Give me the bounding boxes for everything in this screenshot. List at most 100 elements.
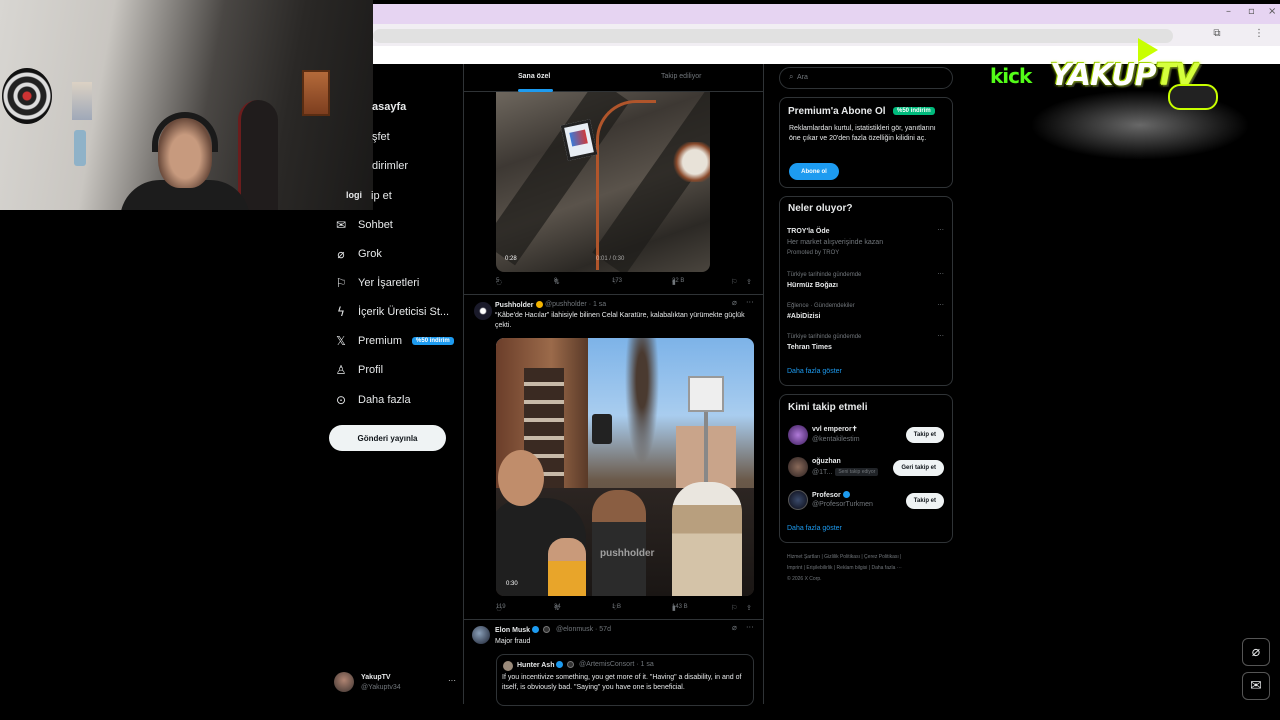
x-affiliate-icon [543, 626, 551, 633]
account-handle: @Yakuptv34 [361, 684, 401, 691]
subscribe-button[interactable]: Abone ol [789, 163, 839, 180]
nav-item-label: Yer İşaretleri [358, 277, 420, 289]
bookmark-icon: ⚐ [335, 276, 347, 290]
trend-name: Hürmüz Boğazı [787, 282, 838, 289]
suggested-user-name-text: Profesor [812, 492, 841, 499]
nav-item-creator-studio[interactable]: ϟ İçerik Üreticisi St... [334, 302, 449, 322]
trend-meta: Türkiye tarihinde gündemde [787, 334, 862, 340]
suggested-user-handle: @ProfesorTurkmen [812, 501, 873, 508]
spray-bottle [74, 130, 86, 166]
quoted-text: If you incentivize something, you get mo… [502, 674, 742, 691]
stream-logo: kick YAKUPTV [990, 30, 1260, 160]
nav-item-label: Premium [358, 335, 403, 347]
nav-home-label[interactable]: asayfa [372, 101, 406, 113]
trend-more-icon[interactable]: ··· [937, 226, 944, 234]
avatar [503, 661, 513, 671]
nav-item-profile[interactable]: ♙ Profil [334, 360, 383, 380]
webcam-overlay [0, 0, 373, 210]
video-phone [592, 414, 612, 444]
nav-item-label: Daha fazla [358, 394, 411, 406]
avatar[interactable] [472, 626, 490, 644]
nav-item-label: Sohbet [358, 219, 393, 231]
close-window-icon[interactable]: × [1268, 6, 1276, 17]
views-count: 22 B [672, 278, 685, 284]
reply-count: 5 [496, 278, 500, 284]
avatar[interactable] [788, 490, 808, 510]
quoted-author-handle: @ArtemisConsort · 1 sa [579, 661, 654, 668]
gaming-chair [238, 100, 278, 210]
minimize-icon[interactable]: – [1226, 6, 1231, 17]
video-person-robed [672, 482, 742, 596]
x-affiliate-icon [567, 661, 575, 668]
avatar[interactable] [788, 425, 808, 445]
trend-name: Tehran Times [787, 344, 832, 351]
post-actions: ◌ 119 ⇅ 34 ♡ 1 B ▮ 143 B ⚐ ⇪ [496, 604, 754, 614]
avatar[interactable] [788, 457, 808, 477]
video-person [592, 490, 646, 596]
quoted-post[interactable]: Hunter Ash @ArtemisConsort · 1 sa If you… [496, 654, 754, 706]
discount-badge: %50 indirim [893, 107, 935, 115]
footer-line[interactable]: Hizmet Şartları | Gizlilik Politikası | … [787, 552, 952, 563]
headset [152, 112, 218, 152]
tab-for-you[interactable]: Sana özel [518, 73, 550, 80]
follows-you-badge: Seni takip ediyor [835, 468, 879, 476]
nav-explore-label[interactable]: şfet [372, 131, 390, 143]
account-name: YakupTV [361, 674, 391, 681]
account-switcher[interactable]: YakupTV @Yakuptv34 ··· [334, 672, 456, 696]
more-circle-icon: ⊙ [335, 393, 347, 407]
trend-more-icon[interactable]: ··· [937, 301, 944, 309]
footer-copyright: © 2026 X Corp. [787, 576, 822, 582]
search-input[interactable]: ⌕ Ara [779, 67, 953, 89]
suggested-user-name[interactable]: vvl emperor✝ [812, 425, 858, 433]
suggested-user-name[interactable]: oğuzhan [812, 458, 841, 465]
post-more-icon[interactable]: ··· [746, 623, 754, 632]
grok-float-button[interactable]: ⌀ [1242, 638, 1270, 666]
video-watermark: pushholder [600, 548, 655, 559]
post-author-name[interactable]: Elon Musk [495, 626, 552, 634]
mail-icon: ✉ [335, 218, 347, 232]
nav-follow-label[interactable]: ip et [371, 190, 392, 202]
messages-float-button[interactable]: ✉ [1242, 672, 1270, 700]
who-to-follow-show-more[interactable]: Daha fazla göster [787, 525, 842, 532]
nav-item-premium[interactable]: 𝕏 Premium %50 indirim [334, 331, 454, 351]
trend-more-icon[interactable]: ··· [937, 332, 944, 340]
grok-icon[interactable]: ⌀ [732, 623, 737, 632]
post-button[interactable]: Gönderi yayınla [329, 425, 446, 451]
trends-show-more[interactable]: Daha fazla göster [787, 368, 842, 375]
trends-card: Neler oluyor? TROY'la Öde Her market alı… [779, 196, 953, 386]
post-text: “Kâbe'de Hacılar” ilahisiyle bilinen Cel… [495, 312, 745, 329]
wall-portrait [302, 70, 330, 116]
nav-item-grok[interactable]: ⌀ Grok [334, 244, 382, 264]
verified-icon [532, 626, 540, 633]
grok-icon[interactable]: ⌀ [732, 298, 737, 307]
nav-item-bookmarks[interactable]: ⚐ Yer İşaretleri [334, 273, 420, 293]
follow-button[interactable]: Takip et [905, 493, 944, 509]
suggested-user-name[interactable]: Profesor [812, 491, 852, 499]
nav-item-label: Profil [358, 364, 384, 376]
trends-title: Neler oluyor? [788, 203, 853, 214]
nav-item-more[interactable]: ⊙ Daha fazla [334, 390, 411, 410]
video-progress: 0:01 / 0:30 [596, 256, 625, 262]
trend-subtitle: Her market alışverişinde kazan [787, 239, 884, 246]
post-video[interactable]: pushholder 0:30 [496, 338, 754, 596]
views-count: 143 B [672, 604, 688, 610]
more-icon[interactable]: ··· [448, 676, 456, 685]
share-icon: ⇪ [746, 604, 752, 612]
maximize-icon[interactable]: ▫ [1248, 6, 1255, 17]
post-more-icon[interactable]: ··· [746, 298, 754, 307]
follow-back-button[interactable]: Geri takip et [893, 460, 944, 476]
footer-line[interactable]: Imprint | Erişilebilirlik | Reklam bilgi… [787, 563, 952, 574]
nav-item-chat[interactable]: ✉ Sohbet [334, 215, 393, 235]
post-video[interactable]: 0:28 0:01 / 0:30 [496, 92, 710, 272]
nav-item-label: Grok [358, 248, 382, 260]
grok-icon: ⌀ [1251, 644, 1261, 660]
tab-following[interactable]: Takip ediliyor [661, 73, 701, 80]
post-author-handle: @elonmusk · 57d [556, 626, 611, 633]
wall-picture [72, 82, 92, 120]
follow-button[interactable]: Takip et [905, 427, 944, 443]
post-author-name[interactable]: Pushholder [495, 301, 545, 309]
premium-card: Premium'a Abone Ol %50 indirim Reklamlar… [779, 97, 953, 188]
avatar[interactable] [474, 302, 492, 320]
nav-notifications-label[interactable]: dirimler [372, 160, 408, 172]
trend-more-icon[interactable]: ··· [937, 270, 944, 278]
